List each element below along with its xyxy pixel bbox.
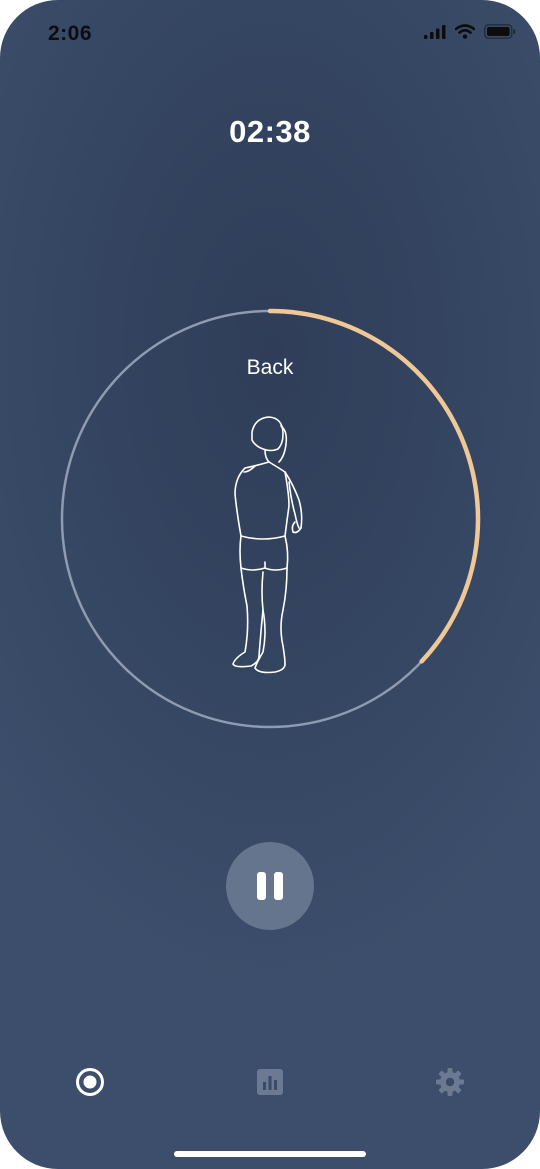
pause-icon	[253, 872, 287, 900]
exercise-name: Back	[246, 356, 294, 379]
gear-icon	[436, 1068, 464, 1096]
pause-button[interactable]	[226, 842, 314, 930]
pause-icon-bar-left	[257, 872, 266, 900]
exercise-figure	[232, 416, 303, 674]
tab-statistics[interactable]	[250, 1062, 290, 1102]
home-indicator	[174, 1151, 366, 1157]
pause-icon-bar-right	[274, 872, 283, 900]
phone-screen: 2:06 02:38 Back	[0, 0, 540, 1169]
bar-chart-icon	[257, 1069, 283, 1095]
tab-session[interactable]	[70, 1062, 110, 1102]
record-icon	[76, 1068, 104, 1096]
tab-settings[interactable]	[430, 1062, 470, 1102]
